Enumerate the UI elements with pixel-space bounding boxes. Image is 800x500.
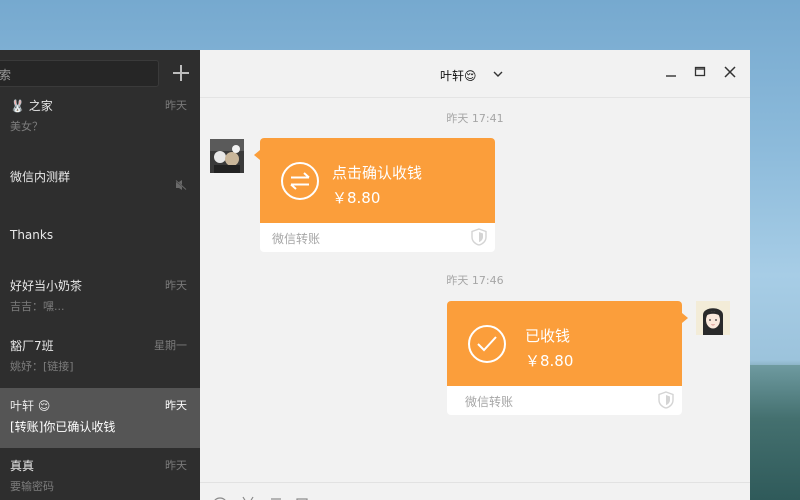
chat-item-time: 昨天 [165, 99, 187, 112]
mute-icon [175, 180, 187, 190]
transfer-amount: ￥8.80 [525, 352, 574, 370]
folder-icon[interactable] [268, 495, 284, 500]
chat-item-home[interactable]: 🐰 之家 昨天 美女？ [0, 88, 200, 148]
search-placeholder: 搜索 [0, 68, 12, 82]
chat-sidebar: 搜索 🐰 之家 昨天 美女？ 微信内测群 Thanks 好好当小奶茶 昨天 吉吉… [0, 50, 200, 500]
transfer-card-incoming[interactable]: 点击确认收钱 ￥8.80 微信转账 [254, 138, 495, 252]
search-row: 搜索 [0, 60, 200, 88]
close-button[interactable] [723, 65, 737, 79]
transfer-card-body: 已收钱 ￥8.80 [447, 301, 682, 386]
chat-item-yexuan[interactable]: 叶轩 😌 昨天 [转账]你已确认收钱 [0, 388, 200, 448]
transfer-card-body: 点击确认收钱 ￥8.80 [260, 138, 495, 223]
chat-list: 🐰 之家 昨天 美女？ 微信内测群 Thanks 好好当小奶茶 昨天 吉吉：嘿.… [0, 88, 200, 500]
chat-item-name: Thanks [10, 228, 54, 242]
chat-item-name: 叶轩 😌 [10, 399, 51, 413]
shield-icon [471, 228, 487, 246]
transfer-footer-label: 微信转账 [465, 395, 514, 409]
self-avatar[interactable] [696, 301, 730, 335]
chat-item-preview: 美女？ [10, 120, 43, 133]
emoji-icon[interactable] [212, 495, 228, 500]
chat-item-name: 真真 [10, 459, 35, 473]
maximize-button[interactable] [693, 65, 707, 79]
chat-item-time: 星期一 [154, 339, 187, 352]
chevron-down-icon[interactable] [492, 68, 504, 80]
minimize-button[interactable] [664, 65, 678, 79]
message-timestamp: 昨天 17:41 [446, 112, 504, 125]
chat-item-preview: 要输密码 [10, 480, 54, 493]
chat-header: 叶轩😌 [200, 50, 750, 98]
chat-item-class-7[interactable]: 豁厂7班 星期一 姚妤：[链接] [0, 328, 200, 388]
chat-item-name: 微信内测群 [10, 170, 71, 184]
chat-item-name: 好好当小奶茶 [10, 279, 83, 293]
chat-title: 叶轩😌 [440, 69, 477, 83]
transfer-amount: ￥8.80 [332, 189, 381, 207]
chat-item-preview: 姚妤：[链接] [10, 360, 74, 373]
chat-item-thanks[interactable]: Thanks [0, 208, 200, 268]
transfer-arrows-icon [281, 162, 319, 200]
chat-item-time: 昨天 [165, 459, 187, 472]
chat-window: 叶轩😌 昨天 17:41 点击确认收钱 ￥8.80 微信转账 昨天 17:46 … [200, 50, 750, 500]
transfer-footer-label: 微信转账 [272, 232, 321, 246]
bubble-tail [682, 313, 688, 323]
chat-history-icon[interactable] [294, 495, 310, 500]
transfer-card-outgoing[interactable]: 已收钱 ￥8.80 微信转账 [447, 301, 688, 415]
input-toolbar [200, 482, 750, 500]
scissors-icon[interactable] [240, 495, 256, 500]
check-circle-icon [468, 325, 506, 363]
search-input[interactable]: 搜索 [0, 60, 159, 87]
contact-avatar[interactable] [210, 139, 244, 173]
chat-item-wechat-test-group[interactable]: 微信内测群 [0, 148, 200, 208]
chat-item-preview: [转账]你已确认收钱 [10, 420, 116, 434]
chat-item-time: 昨天 [165, 279, 187, 292]
chat-item-preview: 吉吉：嘿... [10, 300, 65, 313]
chat-item-name: 🐰 之家 [10, 99, 53, 113]
message-timestamp: 昨天 17:46 [446, 274, 504, 287]
shield-icon [658, 391, 674, 409]
chat-item-zhenzhen[interactable]: 真真 昨天 要输密码 [0, 448, 200, 500]
transfer-title: 点击确认收钱 [332, 164, 423, 182]
transfer-title: 已收钱 [525, 327, 571, 345]
chat-item-time: 昨天 [165, 399, 187, 412]
chat-item-name: 豁厂7班 [10, 339, 54, 353]
chat-item-milk-tea[interactable]: 好好当小奶茶 昨天 吉吉：嘿... [0, 268, 200, 328]
add-chat-button[interactable] [170, 62, 192, 84]
